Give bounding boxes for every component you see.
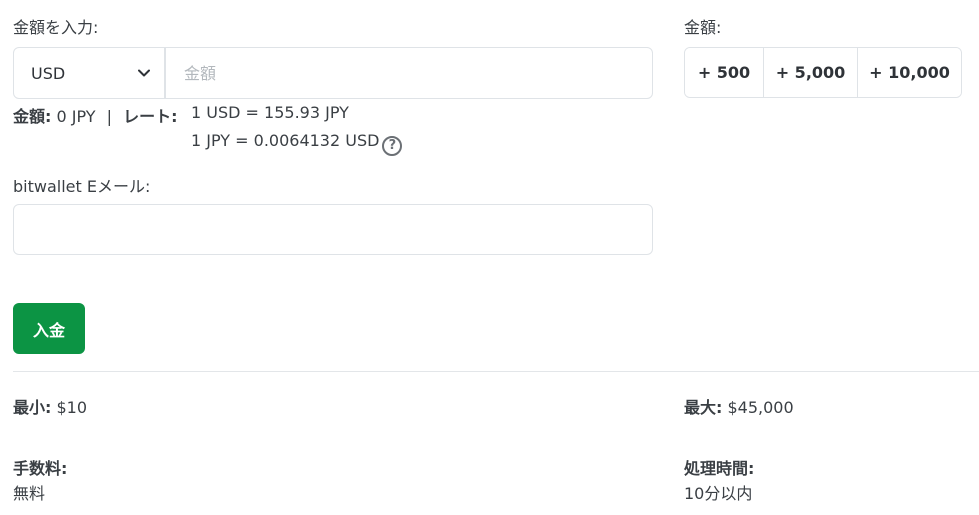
max-key: 最大:: [684, 398, 723, 417]
deposit-button[interactable]: 入金: [13, 303, 85, 354]
email-input[interactable]: [13, 204, 653, 255]
fee-key: 手数料:: [13, 459, 68, 478]
min-value: $10: [51, 398, 88, 417]
rate-line-1: 1 USD = 155.93 JPY: [191, 103, 349, 122]
currency-select[interactable]: USD: [13, 47, 165, 99]
max-amount: 最大: $45,000: [684, 394, 794, 418]
processing-time-value: 10分以内: [684, 484, 753, 503]
amount-input-label: 金額を入力:: [13, 18, 99, 37]
min-key: 最小:: [13, 398, 52, 417]
amount-input[interactable]: [165, 47, 653, 99]
deposit-form-page: 金額を入力: USD 金額: + 500 + 5,000 + 10,000 金額…: [0, 0, 979, 515]
rate-key: レート:: [123, 107, 178, 126]
currency-selected-value: USD: [31, 63, 66, 83]
divider: [13, 371, 979, 372]
min-amount: 最小: $10: [13, 394, 87, 418]
fee-value: 無料: [13, 484, 46, 503]
amount-summary: 金額: 0 JPY | レート:: [13, 103, 178, 127]
quick-amount-group: + 500 + 5,000 + 10,000: [684, 47, 962, 98]
amount-summary-key: 金額:: [13, 107, 52, 126]
rate-line-2: 1 JPY = 0.0064132 USD: [191, 131, 380, 150]
chevron-down-icon: [138, 69, 150, 77]
rate-line-2-row: 1 JPY = 0.0064132 USD?: [191, 131, 403, 156]
quick-amount-label: 金額:: [684, 18, 722, 37]
amount-summary-value: 0 JPY: [51, 107, 96, 126]
quick-amount-10000-button[interactable]: + 10,000: [858, 48, 961, 97]
max-value: $45,000: [722, 398, 794, 417]
help-icon[interactable]: ?: [382, 135, 403, 156]
summary-separator: |: [106, 107, 113, 126]
email-label: bitwallet Eメール:: [13, 177, 151, 196]
quick-amount-5000-button[interactable]: + 5,000: [764, 48, 858, 97]
processing-time-key: 処理時間:: [684, 459, 755, 478]
quick-amount-500-button[interactable]: + 500: [685, 48, 764, 97]
